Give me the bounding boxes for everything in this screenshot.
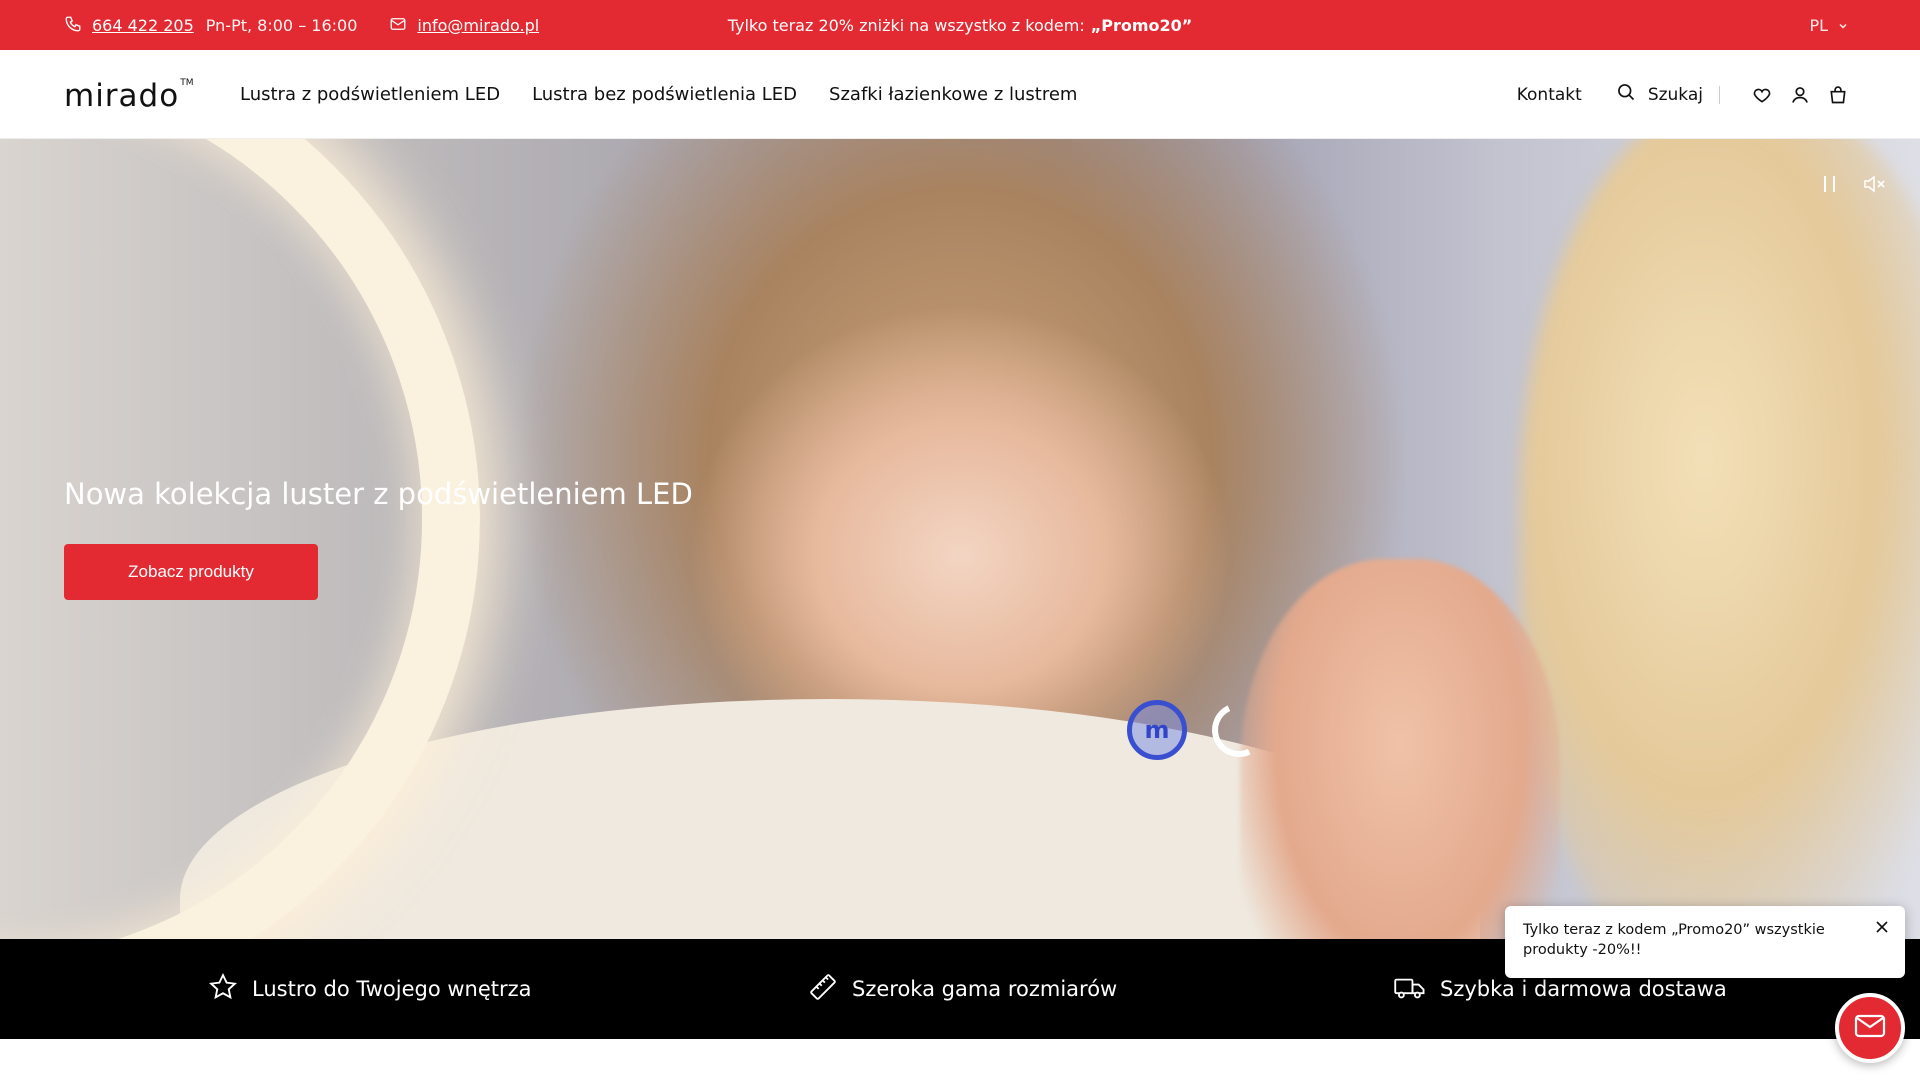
chat-button[interactable]: [1835, 993, 1905, 1063]
logo[interactable]: mirado TM: [64, 74, 193, 114]
opening-hours: Pn-Pt, 8:00 – 16:00: [205, 15, 358, 35]
envelope-icon: [1854, 1013, 1886, 1043]
nav-item-bathroom-cabinets[interactable]: Szafki łazienkowe z lustrem: [829, 84, 1077, 105]
logo-text: mirado: [64, 78, 180, 114]
site-header: mirado TM Lustra z podświetleniem LED Lu…: [0, 50, 1920, 139]
phone-icon: [64, 15, 84, 35]
pause-icon[interactable]: [1815, 169, 1845, 199]
contact-link[interactable]: Kontakt: [1517, 85, 1582, 105]
nav-item-mirrors-without-led[interactable]: Lustra bez podświetlenia LED: [532, 84, 797, 105]
user-icon[interactable]: [1788, 83, 1812, 107]
feature-item: Szeroka gama rozmiarów: [808, 939, 1117, 1039]
mail-icon: [389, 15, 409, 35]
divider: [1719, 85, 1720, 104]
mirror-touch-button: m: [1127, 700, 1187, 760]
star-icon: [208, 972, 238, 1007]
hero-video: m Nowa kolekcja luster z podświetleniem …: [0, 139, 1920, 939]
hero-background-reflection: [1520, 139, 1920, 939]
promo-text: Tylko teraz 20% zniżki na wszystko z kod…: [727, 15, 1085, 35]
hero-background-hand: [1240, 559, 1560, 939]
hero-title: Nowa kolekcja luster z podświetleniem LE…: [64, 477, 693, 511]
search-label: Szukaj: [1647, 84, 1703, 105]
search-button[interactable]: Szukaj: [1616, 82, 1703, 107]
language-label: PL: [1809, 15, 1828, 35]
promo-code: „Promo20”: [1090, 15, 1193, 35]
nav-item-led-mirrors[interactable]: Lustra z podświetleniem LED: [240, 84, 500, 105]
promo-toast: Tylko teraz z kodem „Promo20” wszystkie …: [1505, 906, 1905, 978]
ruler-icon: [808, 972, 838, 1007]
feature-label: Szybka i darmowa dostawa: [1440, 977, 1727, 1001]
truck-icon: [1394, 972, 1426, 1007]
see-products-button[interactable]: Zobacz produkty: [64, 544, 318, 600]
mute-icon[interactable]: [1860, 169, 1890, 199]
feature-item: Lustro do Twojego wnętrza: [208, 939, 532, 1039]
close-icon[interactable]: [1873, 918, 1891, 936]
mirror-touch-letter: m: [1144, 716, 1170, 744]
heart-icon[interactable]: [1750, 83, 1774, 107]
contact-info: 664 422 205 Pn-Pt, 8:00 – 16:00 info@mir…: [64, 0, 539, 50]
cart-icon[interactable]: [1826, 83, 1850, 107]
feature-label: Lustro do Twojego wnętrza: [252, 977, 532, 1001]
language-selector[interactable]: PL: [1809, 0, 1848, 50]
main-nav: Lustra z podświetleniem LED Lustra bez p…: [240, 50, 1077, 139]
feature-label: Szeroka gama rozmiarów: [852, 977, 1118, 1001]
toast-text: Tylko teraz z kodem „Promo20” wszystkie …: [1523, 922, 1825, 958]
phone-link[interactable]: 664 422 205: [92, 16, 194, 35]
chevron-down-icon: [1838, 16, 1848, 35]
announcement-bar: 664 422 205 Pn-Pt, 8:00 – 16:00 info@mir…: [0, 0, 1920, 50]
header-actions: Kontakt Szukaj: [1517, 50, 1850, 139]
search-icon: [1616, 82, 1636, 107]
logo-trademark: TM: [180, 78, 194, 88]
email-link[interactable]: info@mirado.pl: [417, 16, 539, 35]
